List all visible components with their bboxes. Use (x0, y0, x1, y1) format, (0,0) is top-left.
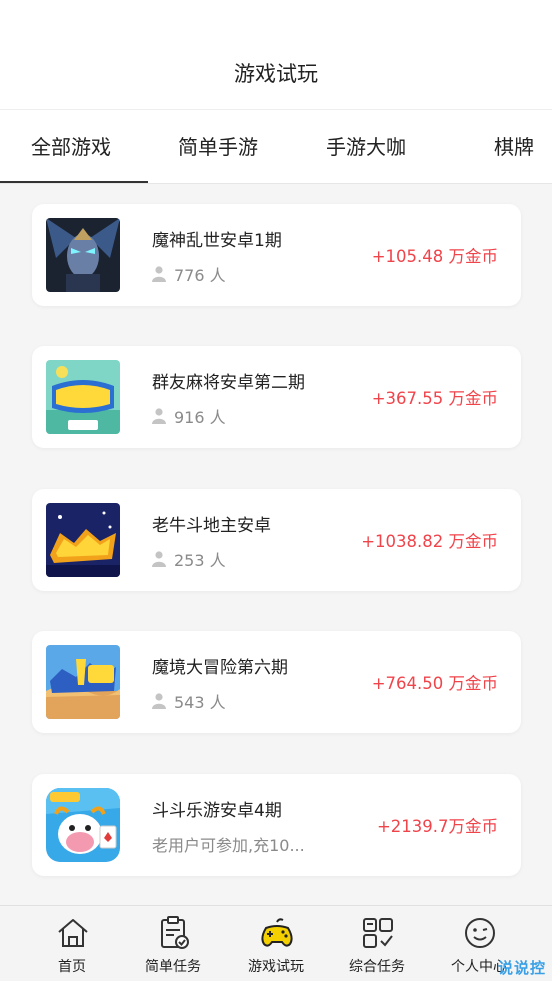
game-thumbnail (46, 645, 120, 719)
player-count-text: 253 人 (174, 551, 226, 570)
game-thumbnail-image (46, 503, 120, 577)
player-count: 543 人 (152, 689, 226, 713)
game-name: 魔境大冒险第六期 (152, 658, 288, 678)
game-thumbnail (46, 218, 120, 292)
player-count: 776 人 (152, 262, 226, 286)
gamepad-icon (261, 918, 293, 947)
smiley-icon (465, 918, 495, 948)
person-icon (152, 693, 166, 709)
reward-amount: +367.55 万金币 (371, 389, 498, 408)
home-icon (58, 919, 88, 947)
game-thumbnail (46, 503, 120, 577)
bottom-tab-bar: 首页 简单任务 游戏试玩 综合任务 个人中心 (0, 905, 552, 981)
tab-chess-card[interactable]: 棋牌 (494, 110, 534, 183)
watermark-logo: 说说控 (497, 959, 546, 977)
tab-all-games[interactable]: 全部游戏 (31, 110, 111, 183)
clipboard-check-icon (161, 916, 189, 949)
tab-mobile-game-pros[interactable]: 手游大咖 (326, 110, 406, 183)
active-tab-indicator (0, 181, 148, 183)
game-card[interactable]: 魔境大冒险第六期 543 人 +764.50 万金币 (32, 631, 521, 733)
game-name: 老牛斗地主安卓 (152, 516, 271, 536)
game-card[interactable]: 魔神乱世安卓1期 776 人 +105.48 万金币 (32, 204, 521, 306)
category-tabs: 全部游戏 简单手游 手游大咖 棋牌 (0, 110, 552, 184)
tabbar-label: 首页 (58, 959, 86, 975)
tabbar-item-simple-tasks[interactable]: 简单任务 (118, 906, 228, 981)
tabbar-label: 综合任务 (349, 959, 405, 975)
game-thumbnail-image (46, 218, 120, 292)
person-icon (152, 551, 166, 567)
tabbar-label: 游戏试玩 (248, 959, 304, 975)
grid-check-icon (363, 918, 393, 948)
person-icon (152, 408, 166, 424)
tabbar-label: 简单任务 (145, 959, 201, 975)
game-thumbnail (46, 360, 120, 434)
tabbar-item-home[interactable]: 首页 (17, 906, 127, 981)
player-count-text: 543 人 (174, 693, 226, 712)
reward-amount: +1038.82 万金币 (361, 532, 498, 551)
game-thumbnail-image (46, 788, 120, 862)
game-note: 老用户可参加,充10... (152, 836, 305, 855)
person-icon (152, 266, 166, 282)
player-count: 916 人 (152, 404, 226, 428)
game-card[interactable]: 斗斗乐游安卓4期 老用户可参加,充10... +2139.7万金币 (32, 774, 521, 876)
page-header: 游戏试玩 (0, 0, 552, 110)
player-count-text: 916 人 (174, 408, 226, 427)
game-thumbnail-image (46, 645, 120, 719)
player-count-text: 776 人 (174, 266, 226, 285)
game-thumbnail (46, 788, 120, 862)
reward-amount: +764.50 万金币 (371, 674, 498, 693)
game-name: 群友麻将安卓第二期 (152, 373, 305, 393)
game-card[interactable]: 老牛斗地主安卓 253 人 +1038.82 万金币 (32, 489, 521, 591)
reward-amount: +105.48 万金币 (371, 247, 498, 266)
tabbar-item-comprehensive-tasks[interactable]: 综合任务 (322, 906, 432, 981)
tabbar-item-game-trial[interactable]: 游戏试玩 (221, 906, 331, 981)
page-title: 游戏试玩 (234, 62, 318, 86)
game-list: 魔神乱世安卓1期 776 人 +105.48 万金币 群友麻将安卓第二期 916… (0, 184, 552, 905)
tab-simple-mobile-games[interactable]: 简单手游 (178, 110, 258, 183)
game-name: 斗斗乐游安卓4期 (152, 801, 282, 821)
reward-amount: +2139.7万金币 (376, 817, 498, 836)
game-thumbnail-image (46, 360, 120, 434)
game-name: 魔神乱世安卓1期 (152, 231, 282, 251)
player-count: 253 人 (152, 547, 226, 571)
game-card[interactable]: 群友麻将安卓第二期 916 人 +367.55 万金币 (32, 346, 521, 448)
